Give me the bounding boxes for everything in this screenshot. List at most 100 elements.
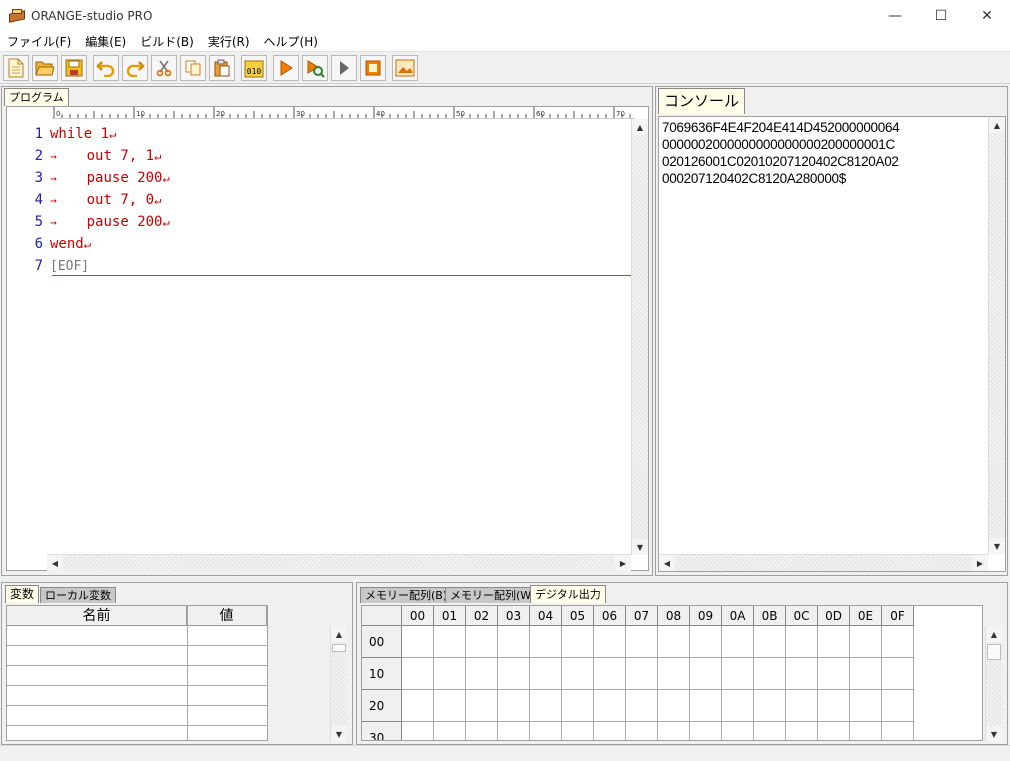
grid-cell[interactable] [594, 722, 626, 740]
grid-cell[interactable] [850, 658, 882, 690]
table-row[interactable] [7, 666, 267, 686]
grid-cell[interactable] [882, 690, 914, 722]
grid-cell[interactable] [626, 690, 658, 722]
run-button[interactable] [273, 54, 299, 81]
grid-cell[interactable] [722, 722, 754, 740]
grid-cell[interactable] [466, 690, 498, 722]
variables-vertical-scrollbar[interactable]: ▲ ▼ [330, 626, 347, 742]
grid-cell[interactable] [594, 626, 626, 658]
table-row[interactable] [7, 706, 267, 726]
scroll-thumb[interactable] [987, 644, 1001, 660]
grid-cell[interactable] [690, 658, 722, 690]
grid-cell[interactable] [402, 658, 434, 690]
tab-digital-output[interactable]: デジタル出力 [530, 585, 606, 603]
grid-cell[interactable] [658, 722, 690, 740]
console-horizontal-scrollbar[interactable]: ◀ ▶ [659, 554, 988, 571]
grid-cell[interactable] [786, 722, 818, 740]
grid-cell[interactable] [850, 626, 882, 658]
table-row[interactable] [7, 726, 267, 740]
grid-cell[interactable] [818, 690, 850, 722]
menu-edit[interactable]: 編集(E) [78, 33, 133, 50]
paste-button[interactable] [209, 54, 235, 81]
grid-cell[interactable] [562, 690, 594, 722]
grid-cell[interactable] [658, 658, 690, 690]
grid-cell[interactable] [498, 658, 530, 690]
debug-run-button[interactable] [302, 54, 328, 81]
grid-cell[interactable] [498, 722, 530, 740]
scroll-up-arrow-icon[interactable]: ▲ [989, 117, 1005, 133]
grid-cell[interactable] [402, 626, 434, 658]
grid-cell[interactable] [562, 626, 594, 658]
code-editor[interactable]: 0 10 20 30 40 50 60 70 1 2 3 4 5 6 7 while 1↵ →… [6, 106, 649, 571]
grid-cell[interactable] [402, 722, 434, 740]
editor-vertical-scrollbar[interactable]: ▲ ▼ [631, 119, 648, 555]
grid-cell[interactable] [498, 626, 530, 658]
grid-cell[interactable] [434, 722, 466, 740]
scroll-up-arrow-icon[interactable]: ▲ [632, 119, 648, 135]
grid-cell[interactable] [562, 722, 594, 740]
grid-cell[interactable] [850, 690, 882, 722]
grid-cell[interactable] [466, 722, 498, 740]
scroll-down-arrow-icon[interactable]: ▼ [632, 539, 648, 555]
grid-cell[interactable] [690, 722, 722, 740]
scroll-down-arrow-icon[interactable]: ▼ [986, 726, 1002, 742]
grid-cell[interactable] [626, 626, 658, 658]
console-output[interactable]: 7069636F4E4F204E414D452000000064 00000020… [658, 116, 1006, 572]
grid-cell[interactable] [850, 722, 882, 740]
tab-local-variables[interactable]: ローカル変数 [40, 587, 116, 603]
grid-cell[interactable] [562, 658, 594, 690]
tab-memory-word[interactable]: メモリー配列(W) [445, 587, 541, 603]
grid-cell[interactable] [754, 658, 786, 690]
grid-cell[interactable] [818, 722, 850, 740]
tab-console[interactable]: コンソール [658, 88, 746, 114]
grid-cell[interactable] [882, 722, 914, 740]
grid-cell[interactable] [530, 690, 562, 722]
redo-button[interactable] [122, 54, 148, 81]
tab-memory-byte[interactable]: メモリー配列(B) [360, 587, 453, 603]
copy-button[interactable] [180, 54, 206, 81]
grid-cell[interactable] [626, 658, 658, 690]
grid-cell[interactable] [466, 626, 498, 658]
scroll-left-arrow-icon[interactable]: ◀ [659, 555, 675, 571]
console-vertical-scrollbar[interactable]: ▲ ▼ [988, 117, 1005, 554]
menu-help[interactable]: ヘルプ(H) [257, 33, 325, 50]
grid-cell[interactable] [594, 658, 626, 690]
grid-cell[interactable] [402, 690, 434, 722]
close-button[interactable]: ✕ [964, 0, 1010, 31]
grid-cell[interactable] [882, 658, 914, 690]
scroll-up-arrow-icon[interactable]: ▲ [331, 626, 347, 642]
compile-button[interactable]: 010 [241, 54, 267, 81]
grid-cell[interactable] [722, 626, 754, 658]
menu-build[interactable]: ビルド(B) [133, 33, 201, 50]
cut-button[interactable] [151, 54, 177, 81]
grid-cell[interactable] [786, 626, 818, 658]
editor-horizontal-scrollbar[interactable]: ◀ ▶ [47, 554, 631, 571]
maximize-button[interactable]: ☐ [918, 0, 964, 31]
undo-button[interactable] [93, 54, 119, 81]
grid-cell[interactable] [498, 690, 530, 722]
grid-cell[interactable] [658, 690, 690, 722]
memory-vertical-scrollbar[interactable]: ▲ ▼ [985, 626, 1002, 742]
grid-cell[interactable] [786, 690, 818, 722]
grid-cell[interactable] [530, 626, 562, 658]
table-row[interactable] [7, 686, 267, 706]
tab-program[interactable]: プログラム [4, 88, 69, 106]
grid-cell[interactable] [626, 722, 658, 740]
save-button[interactable] [61, 54, 87, 81]
grid-cell[interactable] [786, 658, 818, 690]
scroll-down-arrow-icon[interactable]: ▼ [331, 726, 347, 742]
grid-cell[interactable] [658, 626, 690, 658]
scroll-left-arrow-icon[interactable]: ◀ [47, 555, 63, 571]
table-row[interactable] [7, 626, 267, 646]
table-row[interactable] [7, 646, 267, 666]
grid-cell[interactable] [466, 658, 498, 690]
open-button[interactable] [32, 54, 58, 81]
grid-cell[interactable] [530, 658, 562, 690]
minimize-button[interactable]: — [872, 0, 918, 31]
scroll-down-arrow-icon[interactable]: ▼ [989, 538, 1005, 554]
menu-file[interactable]: ファイル(F) [0, 33, 78, 50]
stop-button[interactable] [360, 54, 386, 81]
grid-cell[interactable] [818, 626, 850, 658]
grid-cell[interactable] [434, 658, 466, 690]
menu-run[interactable]: 実行(R) [201, 33, 257, 50]
